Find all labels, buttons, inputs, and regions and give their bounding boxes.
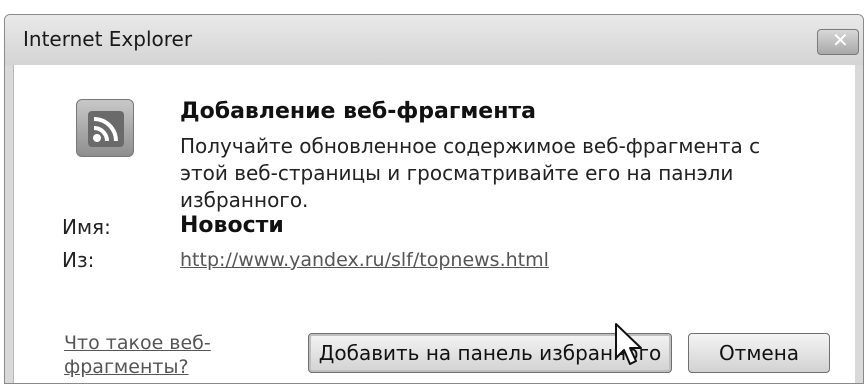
- dialog-content: Добавление веб-фрагмента Получайте обнов…: [13, 65, 855, 383]
- source-url-link[interactable]: http://www.yandex.ru/slf/topnews.html: [180, 249, 549, 271]
- dialog-description: Получайте обновленное содержимое веб-фра…: [180, 134, 761, 212]
- help-link[interactable]: Что такое веб-фрагменты?: [64, 331, 244, 379]
- from-label: Из:: [62, 248, 95, 272]
- name-label: Имя:: [62, 215, 111, 239]
- close-icon: ✕: [832, 28, 849, 52]
- name-value: Новости: [180, 213, 284, 238]
- mouse-cursor-icon: [615, 323, 642, 365]
- dialog-heading: Добавление веб-фрагмента: [180, 99, 537, 124]
- window-title: Internet Explorer: [23, 27, 193, 51]
- dialog-window: Internet Explorer ✕ Добавление веб-фрагм…: [4, 14, 864, 384]
- cancel-button[interactable]: Отмена: [688, 333, 830, 373]
- feed-icon: [76, 99, 134, 157]
- close-button[interactable]: ✕: [817, 28, 859, 55]
- title-bar[interactable]: Internet Explorer ✕: [5, 15, 863, 65]
